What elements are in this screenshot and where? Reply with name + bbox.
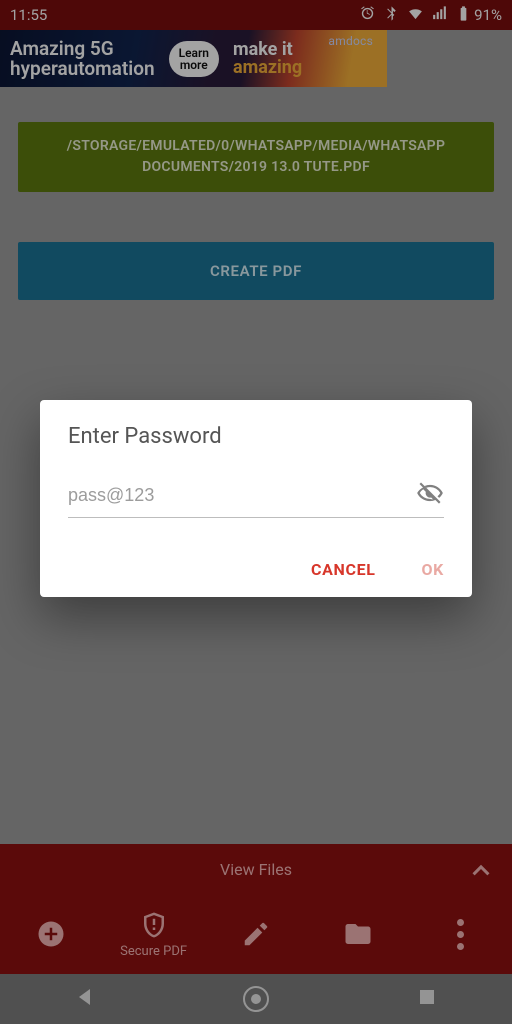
password-dialog: Enter Password CANCEL OK [40,400,472,597]
toggle-visibility-button[interactable] [416,479,444,511]
dialog-title: Enter Password [68,424,444,449]
cancel-button[interactable]: CANCEL [311,560,375,579]
eye-off-icon [416,479,444,507]
ok-button[interactable]: OK [422,560,444,579]
password-input[interactable] [68,485,416,506]
